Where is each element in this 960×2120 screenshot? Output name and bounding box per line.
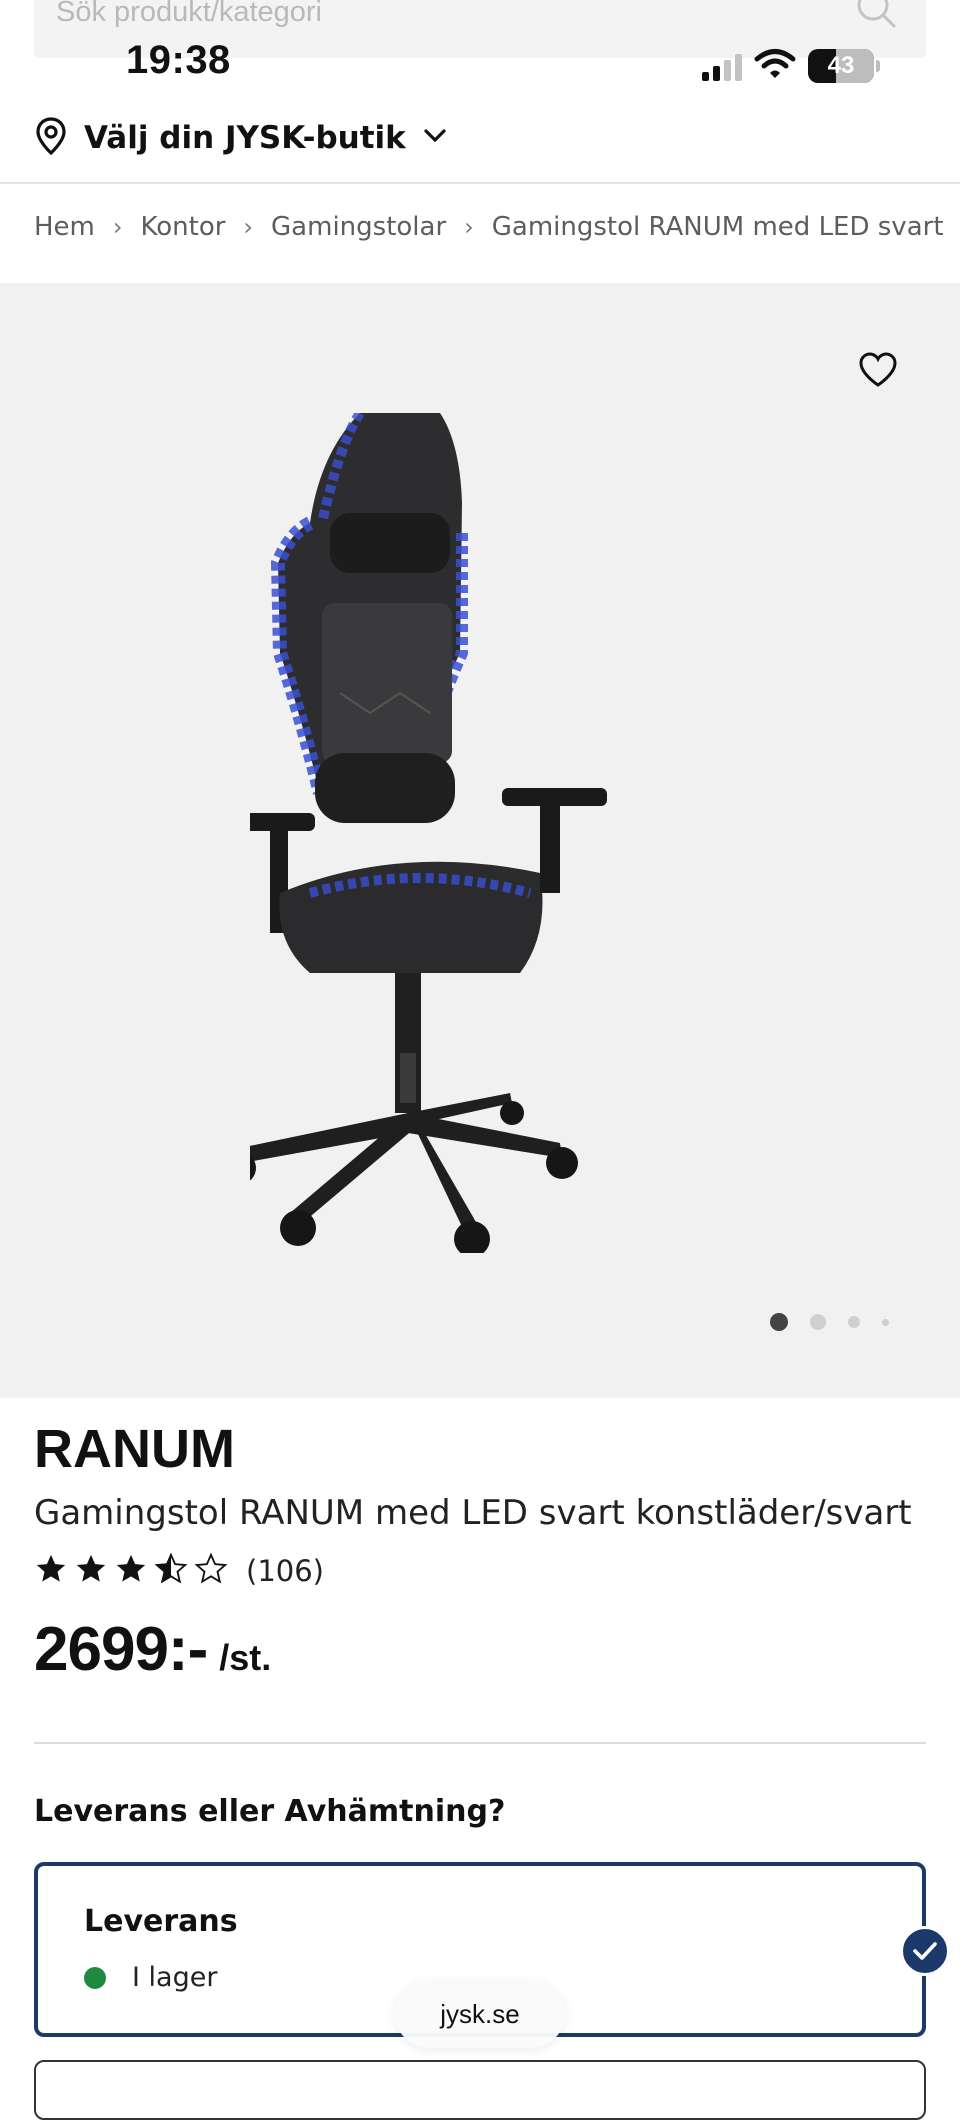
battery-icon: 43 [808,49,874,83]
chevron-right-icon: › [243,213,254,241]
gallery-dot[interactable] [770,1313,788,1331]
store-label: Välj din JYSK-butik [84,120,406,156]
gallery-pagination[interactable] [770,1313,889,1331]
battery-percent: 43 [827,52,855,79]
url-text: jysk.se [440,1998,520,2029]
price-unit: /st. [219,1637,272,1678]
product-gallery[interactable] [0,283,960,1398]
product-rating[interactable]: (106) [34,1552,324,1590]
price-row: 2699:- /st. [34,1614,271,1685]
star-filled-icon [34,1552,68,1590]
breadcrumb-current: Gamingstol RANUM med LED svart [491,212,944,242]
battery-tip [876,60,880,72]
stock-status: I lager [84,1962,217,1993]
delivery-heading: Leverans eller Avhämtning? [34,1794,506,1829]
location-pin-icon [34,116,68,160]
product-name: Gamingstol RANUM med LED svart konstläde… [34,1493,912,1533]
cellular-signal-icon [702,51,742,81]
checkmark-icon [900,1926,950,1976]
gallery-dot[interactable] [848,1316,860,1328]
heart-icon [858,351,898,391]
header-divider [0,182,960,184]
star-empty-icon [194,1552,228,1590]
breadcrumb-kontor[interactable]: Kontor [140,212,225,242]
star-half-icon [154,1552,188,1590]
store-selector[interactable]: Välj din JYSK-butik [34,112,448,164]
search-placeholder: Sök produkt/kategori [56,0,322,28]
browser-url-pill[interactable]: jysk.se [395,1980,565,2048]
pickup-option-card[interactable] [34,2060,926,2120]
breadcrumb-gamingstolar[interactable]: Gamingstolar [271,212,446,242]
search-icon[interactable] [854,0,898,34]
gallery-dot[interactable] [882,1318,889,1326]
breadcrumb: Hem › Kontor › Gamingstolar › Gamingstol… [34,212,944,242]
chevron-down-icon [422,127,448,149]
product-price: 2699:- [34,1615,208,1684]
star-filled-icon [74,1552,108,1590]
wishlist-button[interactable] [852,345,904,397]
section-divider [34,1742,926,1744]
wifi-icon [754,48,796,84]
review-count[interactable]: (106) [246,1554,324,1588]
gallery-dot[interactable] [810,1314,826,1330]
product-image-gaming-chair [250,413,607,1253]
stock-status-text: I lager [132,1962,218,1993]
delivery-option-title: Leverans [84,1904,238,1939]
status-icons: 43 [702,46,880,86]
chevron-right-icon: › [112,213,123,241]
chevron-right-icon: › [464,213,474,241]
product-brand: RANUM [34,1419,235,1479]
star-filled-icon [114,1552,148,1590]
breadcrumb-home[interactable]: Hem [34,212,95,242]
status-time: 19:38 [126,38,231,82]
in-stock-indicator-icon [84,1966,106,1989]
